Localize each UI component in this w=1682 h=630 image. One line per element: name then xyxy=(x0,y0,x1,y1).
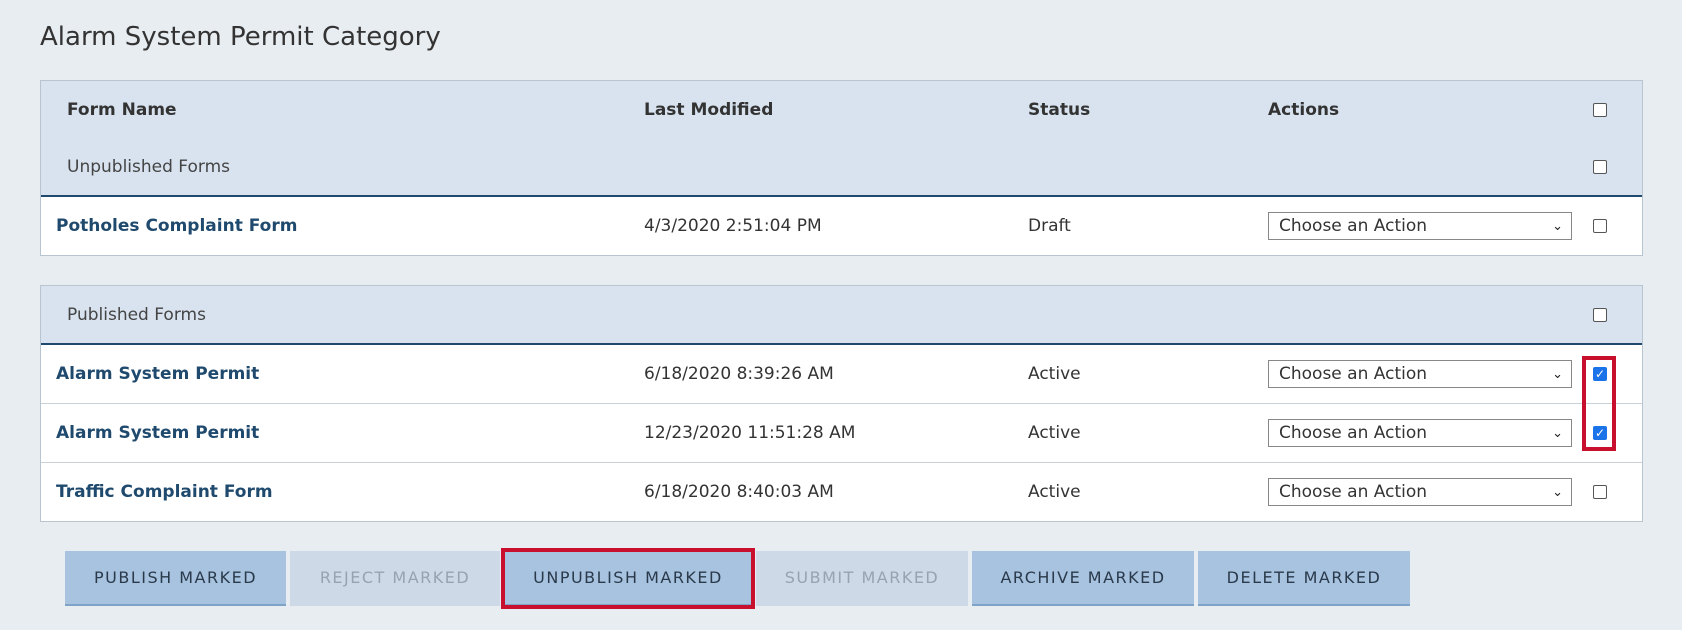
action-select-cell: Choose an Action ⌄ xyxy=(1268,404,1572,462)
column-header-status[interactable]: Status xyxy=(1028,81,1090,138)
publish-marked-button[interactable]: PUBLISH MARKED xyxy=(65,551,286,606)
column-header-actions: Actions xyxy=(1268,99,1340,120)
action-select-value: Choose an Action xyxy=(1279,216,1428,236)
group-label-unpublished: Unpublished Forms xyxy=(67,156,230,177)
unpublish-marked-button[interactable]: UNPUBLISH MARKED xyxy=(501,548,755,609)
group-checkbox-cell xyxy=(1593,138,1607,195)
action-select-value: Choose an Action xyxy=(1279,364,1428,384)
last-modified-value: 6/18/2020 8:40:03 AM xyxy=(644,482,834,502)
checkbox-highlight-annotation xyxy=(1582,356,1616,451)
action-select-value: Choose an Action xyxy=(1279,482,1428,502)
unpublished-forms-table: Form Name Last Modified Status Actions U… xyxy=(40,80,1643,256)
row-checkbox-cell xyxy=(1593,197,1607,255)
form-link[interactable]: Traffic Complaint Form xyxy=(56,463,273,521)
delete-marked-button[interactable]: DELETE MARKED xyxy=(1198,551,1410,606)
table-row: Alarm System Permit 6/18/2020 8:39:26 AM… xyxy=(41,345,1642,404)
form-link[interactable]: Alarm System Permit xyxy=(56,345,259,403)
form-link[interactable]: Alarm System Permit xyxy=(56,404,259,462)
row-checkbox[interactable] xyxy=(1593,485,1607,499)
status-value: Active xyxy=(1028,482,1081,502)
reject-marked-button[interactable]: REJECT MARKED xyxy=(290,551,500,606)
chevron-down-icon: ⌄ xyxy=(1552,366,1563,382)
last-modified-value: 12/23/2020 11:51:28 AM xyxy=(644,423,856,443)
row-checkbox-cell xyxy=(1593,463,1607,521)
table-header-row: Form Name Last Modified Status Actions xyxy=(41,81,1642,138)
bulk-action-bar: PUBLISH MARKED REJECT MARKED UNPUBLISH M… xyxy=(65,548,1410,609)
column-header-form-name[interactable]: Form Name xyxy=(67,81,177,138)
action-select-cell: Choose an Action ⌄ xyxy=(1268,197,1572,255)
select-published-group-checkbox[interactable] xyxy=(1593,307,1607,322)
archive-marked-button[interactable]: ARCHIVE MARKED xyxy=(972,551,1194,606)
action-select[interactable]: Choose an Action ⌄ xyxy=(1268,360,1572,388)
action-select[interactable]: Choose an Action ⌄ xyxy=(1268,212,1572,240)
last-modified-value: 4/3/2020 2:51:04 PM xyxy=(644,216,822,236)
published-group-row: Published Forms xyxy=(41,286,1642,345)
chevron-down-icon: ⌄ xyxy=(1552,484,1563,500)
status-value: Active xyxy=(1028,423,1081,443)
form-link[interactable]: Potholes Complaint Form xyxy=(56,197,297,255)
row-checkbox[interactable] xyxy=(1593,219,1607,233)
select-all-checkbox[interactable] xyxy=(1593,102,1607,117)
page-title: Alarm System Permit Category xyxy=(40,22,441,52)
table-row: Traffic Complaint Form 6/18/2020 8:40:03… xyxy=(41,463,1642,521)
published-forms-table: Published Forms Alarm System Permit 6/18… xyxy=(40,285,1643,522)
chevron-down-icon: ⌄ xyxy=(1552,218,1563,234)
select-unpublished-group-checkbox[interactable] xyxy=(1593,159,1607,174)
unpublished-group-row: Unpublished Forms xyxy=(41,138,1642,197)
column-header-last-modified[interactable]: Last Modified xyxy=(644,81,773,138)
last-modified-value: 6/18/2020 8:39:26 AM xyxy=(644,364,834,384)
chevron-down-icon: ⌄ xyxy=(1552,425,1563,441)
group-checkbox-cell xyxy=(1593,286,1607,343)
action-select[interactable]: Choose an Action ⌄ xyxy=(1268,419,1572,447)
table-row: Alarm System Permit 12/23/2020 11:51:28 … xyxy=(41,404,1642,463)
action-select-cell: Choose an Action ⌄ xyxy=(1268,463,1572,521)
action-select[interactable]: Choose an Action ⌄ xyxy=(1268,478,1572,506)
status-value: Draft xyxy=(1028,216,1071,236)
action-select-cell: Choose an Action ⌄ xyxy=(1268,345,1572,403)
submit-marked-button[interactable]: SUBMIT MARKED xyxy=(756,551,968,606)
group-label-published: Published Forms xyxy=(67,304,206,325)
status-value: Active xyxy=(1028,364,1081,384)
action-select-value: Choose an Action xyxy=(1279,423,1428,443)
select-all-checkbox-cell xyxy=(1593,81,1607,138)
table-row: Potholes Complaint Form 4/3/2020 2:51:04… xyxy=(41,197,1642,255)
